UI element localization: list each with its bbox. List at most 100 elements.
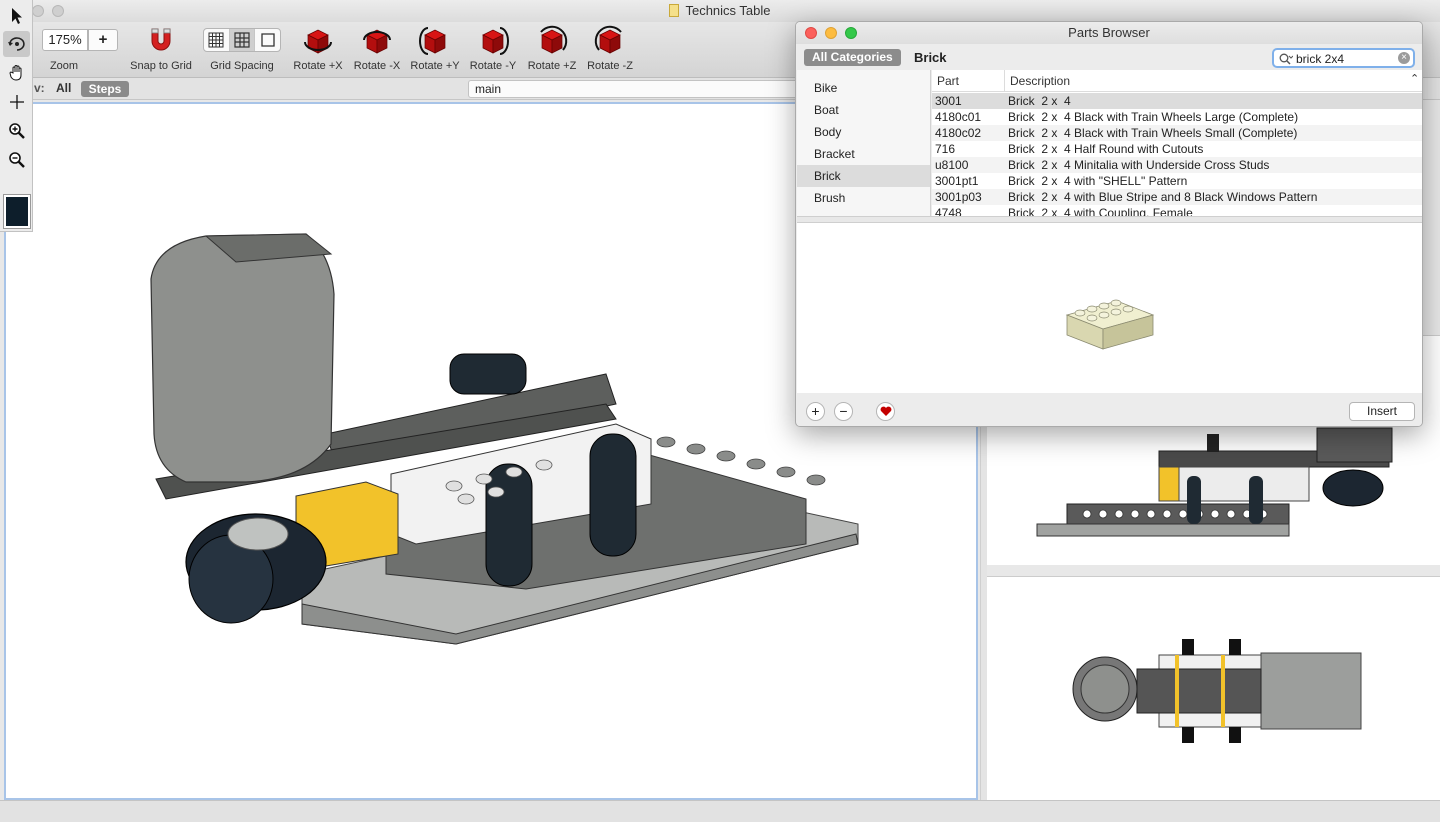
add-favorite-button[interactable]: +: [806, 402, 825, 421]
top-view-render: [1072, 639, 1362, 743]
table-row[interactable]: 3001pt1 Brick 2 x 4 with "SHELL" Pattern: [932, 173, 1422, 189]
part-number: 3001p03: [935, 190, 982, 204]
parts-table-header: Part Description ⌃: [932, 70, 1422, 92]
table-row[interactable]: 3001 Brick 2 x 4: [932, 93, 1422, 109]
sort-ascending-icon[interactable]: ⌃: [1410, 72, 1419, 85]
column-separator: [1004, 70, 1005, 92]
view-all-button[interactable]: All: [56, 81, 71, 95]
part-column-header[interactable]: Part: [937, 74, 959, 88]
category-item[interactable]: Boat: [797, 99, 930, 121]
clear-search-icon[interactable]: ×: [1398, 52, 1410, 64]
description-column-header[interactable]: Description: [1010, 74, 1070, 88]
rotate-x-neg-button[interactable]: [360, 24, 394, 58]
parts-search-field[interactable]: brick 2x4 ×: [1272, 48, 1415, 68]
rotate-x-pos-button[interactable]: [301, 24, 335, 58]
parts-browser-title: Parts Browser: [1068, 25, 1150, 40]
part-preview: [797, 223, 1422, 393]
parts-browser-minimize-button[interactable]: [825, 27, 837, 39]
part-number: 3001: [935, 94, 962, 108]
parts-browser-zoom-button[interactable]: [845, 27, 857, 39]
part-description: Brick 2 x 4 Black with Train Wheels Larg…: [1008, 110, 1299, 124]
current-category-label: Brick: [914, 50, 947, 65]
rotate-x-pos-icon: [304, 29, 332, 54]
part-description: Brick 2 x 4: [1008, 94, 1071, 108]
insert-part-button[interactable]: Insert: [1349, 402, 1415, 421]
table-row[interactable]: 3001p03 Brick 2 x 4 with Blue Stripe and …: [932, 189, 1422, 205]
grid-fine-button[interactable]: [204, 29, 230, 51]
pan-tool-button[interactable]: [3, 60, 30, 86]
tool-palette: [0, 0, 33, 232]
table-row[interactable]: u8100 Brick 2 x 4 Minitalia with Undersid…: [932, 157, 1422, 173]
crosshair-icon: [9, 95, 24, 109]
rotate-z-neg-label: Rotate -Z: [587, 60, 633, 72]
rotate-z-pos-icon: [540, 25, 568, 54]
table-row[interactable]: 716 Brick 2 x 4 Half Round with Cutouts: [932, 141, 1422, 157]
search-value: brick 2x4: [1296, 52, 1345, 66]
magnet-icon: [151, 28, 171, 51]
zoom-label: Zoom: [49, 60, 79, 72]
grid-medium-icon: [234, 32, 250, 48]
rotate-y-neg-icon: [482, 27, 509, 55]
rotate-y-pos-button[interactable]: [418, 24, 452, 58]
preview-splitter[interactable]: [797, 216, 1422, 223]
category-item[interactable]: Body: [797, 121, 930, 143]
snap-to-grid-button[interactable]: [145, 25, 177, 57]
rotate-z-neg-button[interactable]: [593, 24, 627, 58]
rotate-z-neg-icon: [594, 25, 622, 54]
part-description: Brick 2 x 4 Minitalia with Underside Cro…: [1008, 158, 1270, 172]
model-selector[interactable]: main: [468, 80, 798, 98]
arrow-icon: [11, 8, 22, 24]
top-view-panel[interactable]: [987, 576, 1440, 800]
current-color-swatch[interactable]: [4, 195, 30, 228]
part-number: 716: [935, 142, 956, 156]
table-row[interactable]: 4748 Brick 2 x 4 with Coupling, Female: [932, 205, 1422, 216]
all-categories-button[interactable]: All Categories: [804, 49, 901, 66]
zoom-in-icon: [8, 123, 25, 139]
category-item[interactable]: Bracket: [797, 143, 930, 165]
grid-coarse-button[interactable]: [255, 29, 280, 51]
window-titlebar: Technics Table: [0, 0, 1440, 22]
table-row[interactable]: 4180c02 Brick 2 x 4 Black with Train Whee…: [932, 125, 1422, 141]
rotate-y-pos-icon: [419, 27, 446, 55]
part-description: Brick 2 x 4 with "SHELL" Pattern: [1008, 174, 1188, 188]
part-number: 4180c02: [935, 126, 982, 140]
brick-preview-image: [1065, 299, 1155, 350]
remove-favorite-button[interactable]: −: [834, 402, 853, 421]
table-row[interactable]: 4180c01 Brick 2 x 4 Black with Train Whee…: [932, 109, 1422, 125]
favorites-button[interactable]: [876, 402, 895, 421]
rotate-x-pos-label: Rotate +X: [293, 60, 343, 72]
grid-spacing-label: Grid Spacing: [210, 60, 274, 72]
rotate-z-pos-label: Rotate +Z: [527, 60, 577, 72]
document-icon: [669, 4, 680, 17]
rotate-y-pos-label: Rotate +Y: [410, 60, 460, 72]
app-window: Technics Table 175% + Zoom Snap to Grid: [0, 0, 1440, 822]
rotate-x-neg-label: Rotate -X: [353, 60, 401, 72]
parts-browser-titlebar: Parts Browser: [796, 22, 1422, 44]
zoom-field[interactable]: 175%: [42, 29, 88, 51]
rotate-x-neg-icon: [363, 29, 391, 54]
category-item[interactable]: Bike: [797, 77, 930, 99]
category-list: Bike Boat Body Bracket Brick Brush: [797, 70, 931, 216]
category-item-selected[interactable]: Brick: [797, 165, 930, 187]
rotate-z-pos-button[interactable]: [535, 24, 569, 58]
rotate-y-neg-button[interactable]: [476, 24, 510, 58]
grid-fine-icon: [208, 32, 224, 48]
view-prefix: v:: [34, 81, 45, 95]
minimize-window-button[interactable]: [32, 5, 44, 17]
view-steps-button[interactable]: Steps: [81, 81, 129, 97]
window-title: Technics Table: [685, 3, 771, 18]
hand-icon: [8, 65, 21, 81]
parts-browser-close-button[interactable]: [805, 27, 817, 39]
status-bar: [0, 800, 1440, 822]
zoom-in-tool-button[interactable]: [3, 118, 30, 144]
select-tool-button[interactable]: [3, 3, 30, 29]
rotate-view-tool-button[interactable]: [3, 31, 30, 57]
grid-medium-button[interactable]: [229, 29, 256, 51]
parts-browser-footer: + − Insert: [797, 395, 1422, 426]
zoom-out-tool-button[interactable]: [3, 147, 30, 173]
crosshair-tool-button[interactable]: [3, 89, 30, 115]
zoom-in-button[interactable]: +: [88, 29, 118, 51]
zoom-window-button[interactable]: [52, 5, 64, 17]
category-item[interactable]: Brush: [797, 187, 930, 209]
part-number: 3001pt1: [935, 174, 979, 188]
